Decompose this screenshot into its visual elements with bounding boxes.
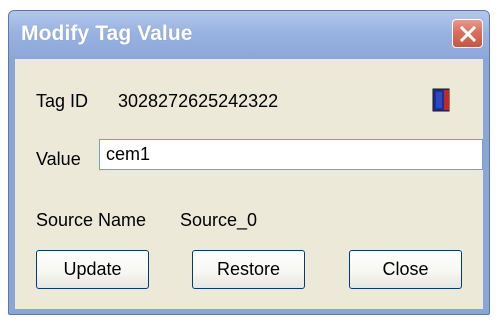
tag-icon[interactable] <box>432 88 452 113</box>
source-name-value: Source_0 <box>180 210 258 230</box>
restore-button[interactable]: Restore <box>192 250 305 289</box>
tag-id-value: 3028272625242322 <box>118 91 279 111</box>
tag-glyph <box>432 88 450 112</box>
source-name-label: Source Name <box>36 210 147 230</box>
window-close-button[interactable] <box>452 19 483 48</box>
update-button[interactable]: Update <box>36 250 149 289</box>
tag-id-label: Tag ID <box>36 91 89 111</box>
value-label: Value <box>36 149 81 169</box>
close-icon <box>459 25 477 43</box>
window-title: Modify Tag Value <box>21 22 193 45</box>
title-bar[interactable]: Modify Tag Value <box>9 11 489 59</box>
close-button[interactable]: Close <box>349 250 462 289</box>
value-input[interactable] <box>99 139 483 170</box>
